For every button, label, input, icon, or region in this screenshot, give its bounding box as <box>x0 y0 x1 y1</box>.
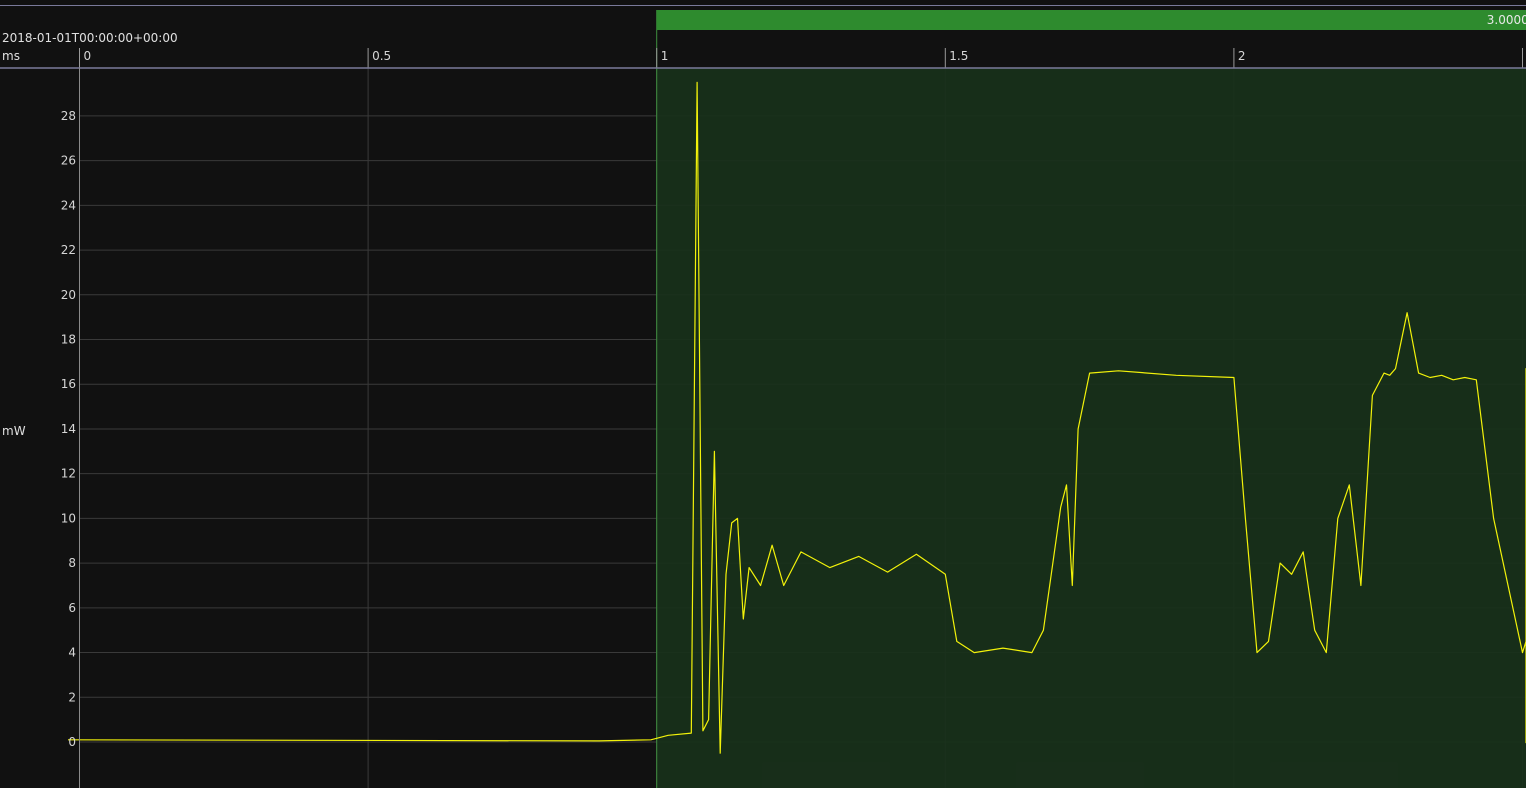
x-tick-label: 1.5 <box>949 49 968 63</box>
y-tick-label: 2 <box>68 690 76 704</box>
y-unit-label: mW <box>2 424 26 438</box>
power-trace-chart[interactable]: 3.00000 ms 2018-01-01T00:00:00+00:00 ms … <box>0 0 1526 788</box>
y-tick-label: 28 <box>61 109 76 123</box>
y-tick-label: 8 <box>68 556 76 570</box>
x-tick-label: 0 <box>84 49 92 63</box>
x-tick-label: 0.5 <box>372 49 391 63</box>
y-tick-label: 14 <box>61 422 76 436</box>
selection-duration-bar[interactable] <box>656 10 1526 30</box>
timestamp-label: 2018-01-01T00:00:00+00:00 <box>2 31 178 45</box>
y-tick-label: 22 <box>61 243 76 257</box>
selection-region[interactable] <box>656 68 1526 788</box>
y-tick-label: 0 <box>68 735 76 749</box>
x-tick-label: 2 <box>1238 49 1246 63</box>
y-tick-label: 18 <box>61 333 76 347</box>
y-tick-label: 4 <box>68 646 76 660</box>
y-tick-label: 16 <box>61 377 76 391</box>
selection-duration-label: 3.00000 ms <box>1487 13 1526 27</box>
y-tick-label: 12 <box>61 467 76 481</box>
y-tick-label: 20 <box>61 288 76 302</box>
y-tick-label: 6 <box>68 601 76 615</box>
y-tick-label: 24 <box>61 198 76 212</box>
x-unit-label: ms <box>2 49 20 63</box>
y-tick-label: 26 <box>61 154 76 168</box>
y-tick-label: 10 <box>61 511 76 525</box>
x-tick-label: 1 <box>661 49 669 63</box>
